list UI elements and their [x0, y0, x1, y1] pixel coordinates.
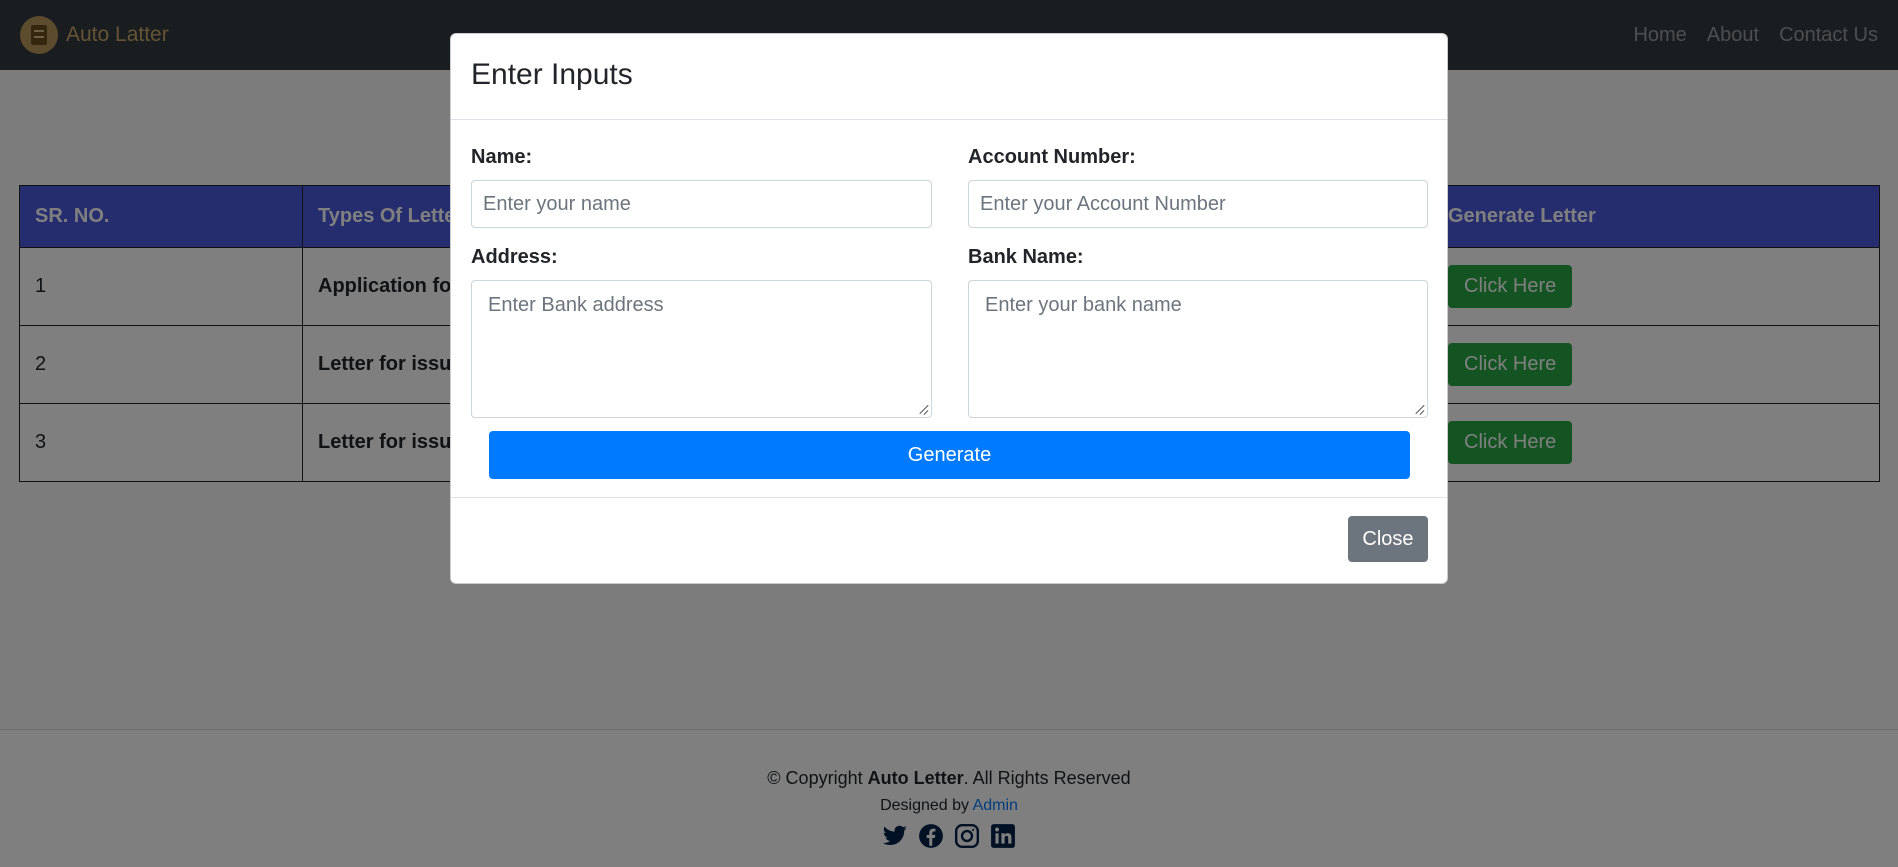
modal-body: Name: Enter your name Account Number: En…	[451, 120, 1447, 498]
account-number-input[interactable]: Enter your Account Number	[968, 180, 1428, 228]
close-button[interactable]: Close	[1348, 516, 1428, 562]
generate-button[interactable]: Generate	[489, 431, 1410, 479]
resize-handle-icon[interactable]	[919, 405, 929, 415]
modal-header: Enter Inputs	[451, 34, 1447, 120]
enter-inputs-modal: Enter Inputs Name: Enter your name Accou…	[450, 33, 1448, 584]
resize-handle-icon[interactable]	[1415, 405, 1425, 415]
bank-name-textarea[interactable]: Enter your bank name	[968, 280, 1428, 418]
address-placeholder: Enter Bank address	[488, 294, 664, 316]
bank-name-placeholder: Enter your bank name	[985, 294, 1182, 316]
address-textarea[interactable]: Enter Bank address	[471, 280, 932, 418]
address-label: Address:	[471, 246, 558, 268]
modal-title: Enter Inputs	[471, 58, 633, 91]
bank-name-label: Bank Name:	[968, 246, 1084, 268]
name-label: Name:	[471, 146, 533, 168]
account-number-label: Account Number:	[968, 146, 1136, 168]
name-input[interactable]: Enter your name	[471, 180, 932, 228]
